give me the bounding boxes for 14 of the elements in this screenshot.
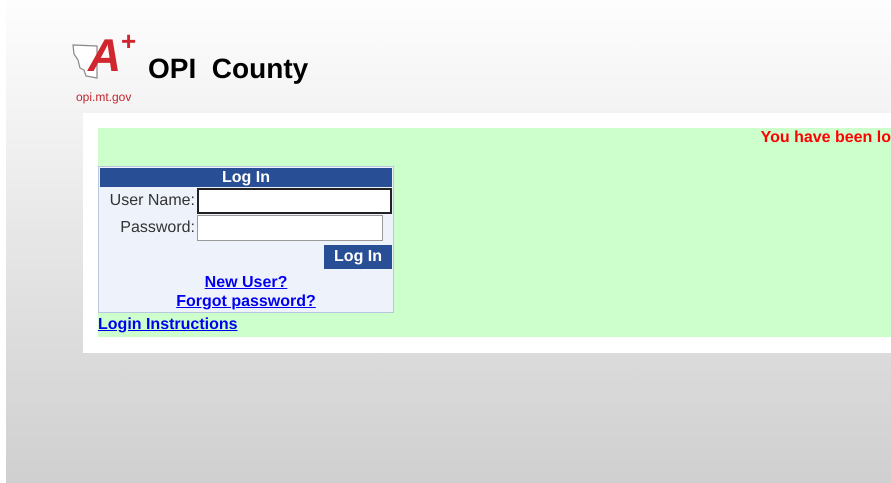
login-heading: Log In [100,168,392,187]
status-message: You have been lo [760,129,891,146]
logo-caption: opi.mt.gov [76,91,132,103]
input-field[interactable] [197,188,392,214]
logo-letter: A [88,32,122,78]
login-instructions-link[interactable]: Login Instructions [98,316,238,333]
link[interactable]: Forgot password? [176,292,316,311]
login-button[interactable]: Log In [324,245,392,269]
link[interactable]: New User? [204,273,288,292]
site-title: OPI County [148,55,308,83]
logo-plus: + [121,28,136,54]
field-label: Password: [120,218,195,238]
input-field[interactable] [197,215,383,241]
field-label: User Name: [110,191,195,211]
